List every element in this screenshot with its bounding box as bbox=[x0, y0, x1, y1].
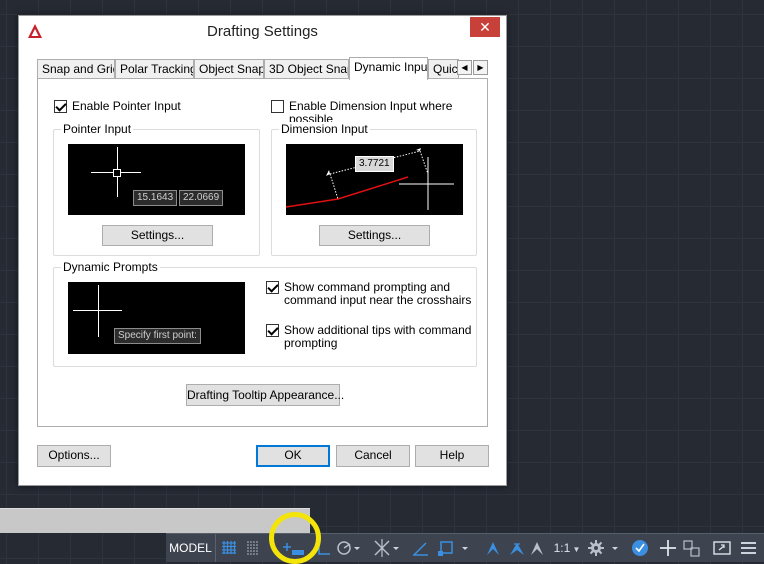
dimension-graphic bbox=[286, 148, 454, 210]
show-command-prompting-label: Show command prompting and command input… bbox=[284, 281, 471, 307]
pointer-input-group: Pointer Input 15.1643 22.0669 Settings..… bbox=[53, 122, 260, 256]
dynamic-prompts-group: Dynamic Prompts Specify first point: Sho… bbox=[53, 260, 477, 367]
polar-icon[interactable] bbox=[336, 534, 362, 562]
dimension-input-title: Dimension Input bbox=[279, 122, 370, 136]
pointer-input-title: Pointer Input bbox=[61, 122, 134, 136]
show-additional-tips-checkbox[interactable]: Show additional tips with command prompt… bbox=[266, 324, 471, 350]
enable-pointer-input-label: Enable Pointer Input bbox=[72, 99, 181, 113]
help-button[interactable]: Help bbox=[415, 445, 489, 467]
auto-scale-icon[interactable] bbox=[508, 534, 528, 562]
tab-scroll-left-icon[interactable]: ◀ bbox=[457, 60, 472, 75]
hardware-acceleration-icon[interactable] bbox=[659, 534, 677, 562]
dimension-input-group: Dimension Input 3.7721 Settings... bbox=[271, 122, 477, 256]
annotation-visibility-icon[interactable] bbox=[484, 534, 504, 562]
tab-3d-object-snap[interactable]: 3D Object Snap bbox=[264, 59, 349, 79]
show-additional-tips-line1: Show additional tips with command bbox=[284, 323, 472, 337]
chevron-down-icon: ▼ bbox=[570, 545, 581, 554]
status-bar: MODEL 1:1 ▼ bbox=[166, 533, 764, 562]
coord-x-tooltip: 15.1643 bbox=[133, 190, 178, 206]
dimension-value-box: 3.7721 bbox=[355, 156, 394, 172]
cancel-button[interactable]: Cancel bbox=[336, 445, 410, 467]
show-command-prompting-checkbox[interactable]: Show command prompting and command input… bbox=[266, 281, 471, 307]
osnap-tracking-icon[interactable] bbox=[411, 534, 431, 562]
tab-quick-properties[interactable]: Quic bbox=[428, 59, 459, 79]
show-additional-tips-check[interactable] bbox=[266, 324, 279, 337]
coord-y-tooltip: 22.0669 bbox=[179, 190, 224, 206]
ok-button[interactable]: OK bbox=[256, 445, 330, 467]
dynamic-input-panel: Enable Pointer Input Enable Dimension In… bbox=[37, 78, 488, 427]
prompt-tooltip: Specify first point: bbox=[114, 328, 201, 344]
prompt-crosshair-vertical bbox=[98, 285, 99, 337]
tab-polar-tracking[interactable]: Polar Tracking bbox=[115, 59, 194, 79]
show-command-prompting-check[interactable] bbox=[266, 281, 279, 294]
annotation-scale-dropdown[interactable]: 1:1 ▼ bbox=[552, 534, 582, 562]
enable-pointer-input-checkbox[interactable]: Enable Pointer Input bbox=[54, 100, 181, 113]
highlight-circle bbox=[269, 512, 321, 564]
osnap-icon[interactable] bbox=[436, 534, 472, 562]
show-command-prompting-line1: Show command prompting and bbox=[284, 280, 451, 294]
dialog-title: Drafting Settings bbox=[207, 23, 318, 40]
show-command-prompting-line2: command input near the crosshairs bbox=[284, 293, 472, 307]
drafting-settings-dialog: Drafting Settings ✕ Snap and Grid Polar … bbox=[18, 15, 507, 486]
enable-dimension-input-check[interactable] bbox=[271, 100, 284, 113]
tab-scroll-right-icon[interactable]: ▶ bbox=[473, 60, 488, 75]
enable-pointer-input-check[interactable] bbox=[54, 100, 67, 113]
drawing-area-strip bbox=[0, 508, 310, 533]
show-additional-tips-label: Show additional tips with command prompt… bbox=[284, 324, 471, 350]
options-button[interactable]: Options... bbox=[37, 445, 111, 467]
tab-dynamic-input[interactable]: Dynamic Input bbox=[349, 57, 428, 80]
dynamic-prompts-preview: Specify first point: bbox=[68, 282, 245, 354]
snap-icon[interactable] bbox=[245, 534, 261, 562]
customization-menu-icon[interactable] bbox=[739, 534, 759, 562]
grid-icon[interactable] bbox=[221, 534, 237, 562]
tab-snap-and-grid[interactable]: Snap and Grid bbox=[37, 59, 115, 79]
isodraft-icon[interactable] bbox=[371, 534, 401, 562]
clean-screen-icon[interactable] bbox=[712, 534, 734, 562]
dimension-input-preview: 3.7721 bbox=[286, 144, 463, 215]
model-space-button[interactable]: MODEL bbox=[166, 534, 216, 562]
drafting-tooltip-appearance-button[interactable]: Drafting Tooltip Appearance... bbox=[186, 384, 344, 406]
annotation-scale-icon[interactable] bbox=[528, 534, 548, 562]
workspace-gear-icon[interactable] bbox=[586, 534, 622, 562]
annotation-monitor-icon[interactable] bbox=[629, 534, 651, 562]
show-additional-tips-line2: prompting bbox=[284, 336, 338, 350]
pointer-input-preview: 15.1643 22.0669 bbox=[68, 144, 245, 215]
pickbox bbox=[113, 169, 121, 177]
tab-object-snap[interactable]: Object Snap bbox=[194, 59, 264, 79]
tab-strip: Snap and Grid Polar Tracking Object Snap… bbox=[37, 57, 489, 80]
dimension-settings-button[interactable]: Settings... bbox=[319, 225, 430, 246]
dialog-titlebar[interactable]: Drafting Settings ✕ bbox=[19, 16, 506, 46]
close-button[interactable]: ✕ bbox=[470, 17, 500, 37]
dynamic-prompts-title: Dynamic Prompts bbox=[61, 260, 160, 274]
isolate-objects-icon[interactable] bbox=[681, 534, 703, 562]
pointer-settings-button[interactable]: Settings... bbox=[102, 225, 213, 246]
annotation-scale-value: 1:1 bbox=[553, 541, 571, 555]
